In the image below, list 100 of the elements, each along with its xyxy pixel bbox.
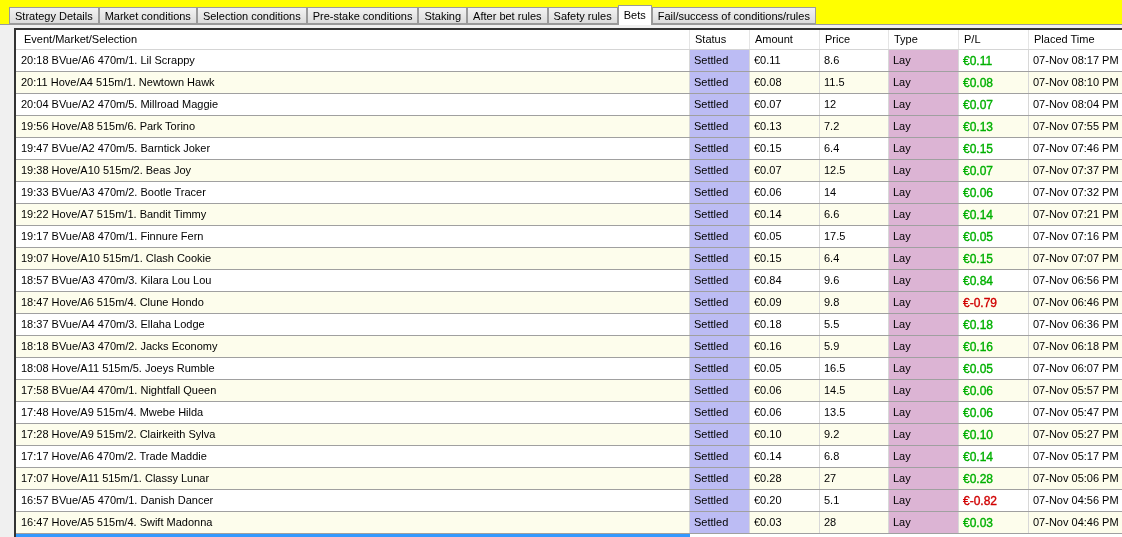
table-cell: Lay <box>889 248 959 269</box>
table-cell: Lay <box>889 94 959 115</box>
table-cell: Lay <box>889 182 959 203</box>
table-cell: €0.06 <box>959 402 1029 423</box>
table-cell: €0.20 <box>750 490 820 511</box>
table-cell: 07-Nov 06:46 PM <box>1029 292 1122 313</box>
table-cell: €0.09 <box>750 292 820 313</box>
table-cell: 07-Nov 04:56 PM <box>1029 490 1122 511</box>
table-cell: €0.13 <box>750 116 820 137</box>
column-header[interactable]: Status <box>690 30 750 49</box>
column-header[interactable]: Placed Time <box>1029 30 1122 49</box>
table-cell: €0.06 <box>959 182 1029 203</box>
table-cell: Lay <box>889 138 959 159</box>
table-cell: 07-Nov 06:36 PM <box>1029 314 1122 335</box>
table-cell: 07-Nov 07:46 PM <box>1029 138 1122 159</box>
table-cell: Settled <box>690 468 750 489</box>
tab[interactable]: Bets <box>617 5 652 25</box>
table-cell: 07-Nov 05:06 PM <box>1029 468 1122 489</box>
table-cell: €0.18 <box>750 314 820 335</box>
table-cell: €0.11 <box>959 50 1029 71</box>
table-cell: €0.05 <box>750 226 820 247</box>
table-cell: Lay <box>889 358 959 379</box>
table-cell: Lay <box>889 402 959 423</box>
table-cell: Settled <box>690 226 750 247</box>
tab[interactable]: Fail/success of conditions/rules <box>651 7 816 24</box>
table-cell: Settled <box>690 314 750 335</box>
table-cell: 07-Nov 06:18 PM <box>1029 336 1122 357</box>
table-cell: €0.06 <box>959 380 1029 401</box>
table-cell: Lay <box>889 512 959 533</box>
table-cell: Settled <box>690 116 750 137</box>
table-cell: 07-Nov 08:17 PM <box>1029 50 1122 71</box>
table-cell: €0.13 <box>959 116 1029 137</box>
table-cell: €0.15 <box>959 248 1029 269</box>
table-cell: Lay <box>889 446 959 467</box>
table-cell: €0.07 <box>959 94 1029 115</box>
table-cell: 07-Nov 07:16 PM <box>1029 226 1122 247</box>
table-cell: 07-Nov 05:57 PM <box>1029 380 1122 401</box>
table-cell: Settled <box>690 380 750 401</box>
table-cell: Settled <box>690 512 750 533</box>
tab[interactable]: Staking <box>418 7 468 24</box>
tab[interactable]: Pre-stake conditions <box>306 7 419 24</box>
table-cell: 07-Nov 07:55 PM <box>1029 116 1122 137</box>
table-cell: €0.15 <box>750 138 820 159</box>
table-cell: Settled <box>690 402 750 423</box>
table-cell: €0.06 <box>750 380 820 401</box>
table-cell: Settled <box>690 446 750 467</box>
table-cell: €0.28 <box>959 468 1029 489</box>
table-cell: Lay <box>889 336 959 357</box>
table-cell: €0.08 <box>959 72 1029 93</box>
table-cell: Lay <box>889 424 959 445</box>
table-cell: €-0.79 <box>959 292 1029 313</box>
table-cell: €0.84 <box>959 270 1029 291</box>
table-cell: 07-Nov 06:07 PM <box>1029 358 1122 379</box>
table-cell: 07-Nov 07:32 PM <box>1029 182 1122 203</box>
table-cell: Lay <box>889 50 959 71</box>
table-cell: €0.18 <box>959 314 1029 335</box>
table-cell: €0.07 <box>959 160 1029 181</box>
table-cell: 07-Nov 06:56 PM <box>1029 270 1122 291</box>
table-cell: Settled <box>690 160 750 181</box>
tab[interactable]: Selection conditions <box>196 7 307 24</box>
column-header[interactable]: Price <box>820 30 889 49</box>
table-cell: Settled <box>690 182 750 203</box>
table-cell: €0.15 <box>750 248 820 269</box>
column-header[interactable]: Event/Market/Selection <box>16 30 690 49</box>
table-cell: Settled <box>690 138 750 159</box>
table-cell: 07-Nov 07:37 PM <box>1029 160 1122 181</box>
table-cell: 07-Nov 07:07 PM <box>1029 248 1122 269</box>
table-cell: €0.03 <box>959 512 1029 533</box>
table-cell: 07-Nov 08:10 PM <box>1029 72 1122 93</box>
table-cell: Settled <box>690 248 750 269</box>
table-cell: Settled <box>690 94 750 115</box>
column-header[interactable]: Amount <box>750 30 820 49</box>
column-header[interactable]: Type <box>889 30 959 49</box>
table-cell: Lay <box>889 292 959 313</box>
table-cell: Lay <box>889 380 959 401</box>
table-cell: €0.05 <box>959 358 1029 379</box>
column-header[interactable]: P/L <box>959 30 1029 49</box>
table-cell: €0.14 <box>750 204 820 225</box>
table-cell: €0.07 <box>750 94 820 115</box>
table-cell: 07-Nov 07:21 PM <box>1029 204 1122 225</box>
table-cell: €0.05 <box>959 226 1029 247</box>
table-cell: €0.15 <box>959 138 1029 159</box>
table-cell: Settled <box>690 424 750 445</box>
table-cell: €0.06 <box>750 182 820 203</box>
table-cell: Lay <box>889 468 959 489</box>
table-cell: Settled <box>690 358 750 379</box>
table-cell: €0.08 <box>750 72 820 93</box>
tab[interactable]: Strategy Details <box>9 7 99 24</box>
table-cell: Lay <box>889 160 959 181</box>
table-cell: €0.14 <box>959 446 1029 467</box>
tab[interactable]: Market conditions <box>98 7 197 24</box>
table-cell: €0.28 <box>750 468 820 489</box>
table-cell: €0.06 <box>750 402 820 423</box>
table-cell: €0.16 <box>959 336 1029 357</box>
tab[interactable]: After bet rules <box>467 7 548 24</box>
table-cell: Settled <box>690 292 750 313</box>
table-cell: €0.14 <box>959 204 1029 225</box>
table-cell: Settled <box>690 72 750 93</box>
table-cell: €0.05 <box>750 358 820 379</box>
tab[interactable]: Safety rules <box>547 7 618 24</box>
